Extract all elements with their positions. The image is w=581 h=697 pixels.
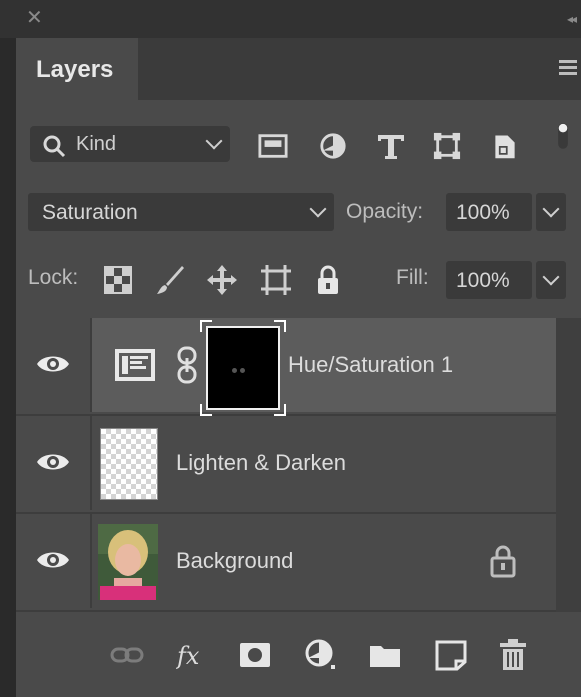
delete-layer-icon[interactable] [496, 638, 530, 672]
shape-filter-icon[interactable] [432, 132, 462, 160]
tab-strip: Layers [16, 38, 581, 100]
blend-mode-select[interactable]: Saturation [28, 193, 334, 231]
type-filter-icon[interactable] [376, 132, 406, 160]
layer-mask-thumbnail[interactable] [200, 320, 286, 416]
fill-value: 100% [456, 269, 510, 292]
eye-icon [37, 356, 69, 372]
adjustment-filter-icon[interactable] [318, 132, 348, 160]
mask-link-icon[interactable] [176, 346, 198, 384]
chevron-down-icon [205, 132, 223, 150]
tab-layers-label: Layers [36, 56, 114, 83]
opacity-label: Opacity: [346, 200, 424, 223]
filter-toggle-icon[interactable] [548, 122, 578, 150]
visibility-toggle[interactable] [16, 514, 92, 608]
visibility-toggle[interactable] [16, 416, 92, 510]
new-layer-icon[interactable] [434, 638, 468, 672]
layer-row[interactable]: Lighten & Darken [16, 416, 556, 514]
layer-row[interactable]: Background [16, 514, 556, 612]
smart-object-filter-icon[interactable] [490, 132, 520, 160]
transparent-layer-thumbnail [100, 428, 158, 500]
layer-name: Background [176, 548, 294, 573]
link-layers-icon[interactable] [110, 638, 144, 672]
new-group-icon[interactable] [368, 638, 402, 672]
pixel-filter-icon[interactable] [258, 132, 288, 160]
lock-image-icon[interactable] [154, 264, 186, 296]
close-icon[interactable]: ✕ [26, 8, 43, 28]
lock-artboard-icon[interactable] [260, 264, 292, 296]
new-adjustment-icon[interactable] [304, 638, 338, 672]
adjustment-layer-icon [115, 349, 155, 381]
layers-panel: Layers Kind Saturation Opacity: 100% Loc… [16, 38, 581, 697]
fill-field[interactable]: 100% [446, 261, 532, 299]
search-icon [43, 135, 66, 158]
panel-title-bar: ✕ ◂◂ [0, 0, 581, 38]
tab-layers[interactable]: Layers [16, 38, 138, 100]
lock-label: Lock: [28, 266, 79, 289]
collapse-panel-icon[interactable]: ◂◂ [567, 12, 577, 26]
opacity-dropdown[interactable] [536, 193, 566, 231]
layer-lock-icon[interactable] [488, 544, 518, 578]
opacity-field[interactable]: 100% [446, 193, 532, 231]
layer-name: Hue/Saturation 1 [288, 352, 454, 377]
layer-name: Lighten & Darken [176, 450, 346, 475]
layers-list: Hue/Saturation 1 Lighten & Darken Backgr… [16, 318, 556, 612]
layers-scrollbar[interactable] [556, 318, 581, 612]
fill-label: Fill: [396, 266, 429, 289]
lock-row: Lock: Fill: 100% [16, 256, 581, 304]
chevron-down-icon [309, 200, 327, 218]
layer-style-icon[interactable]: fx [176, 638, 210, 672]
visibility-toggle[interactable] [16, 318, 92, 412]
filter-kind-label: Kind [76, 133, 117, 155]
layer-filter-row: Kind [16, 122, 581, 168]
lock-transparent-icon[interactable] [102, 264, 134, 296]
blend-mode-value: Saturation [42, 201, 138, 224]
layers-bottom-toolbar: fx [16, 624, 581, 684]
eye-icon [37, 552, 69, 568]
opacity-value: 100% [456, 201, 510, 224]
background-image-thumbnail [98, 524, 158, 600]
lock-position-icon[interactable] [206, 264, 238, 296]
blend-mode-row: Saturation Opacity: 100% [16, 188, 581, 236]
svg-text:fx: fx [176, 642, 200, 670]
layer-row[interactable]: Hue/Saturation 1 [16, 318, 556, 416]
add-mask-icon[interactable] [238, 638, 272, 672]
chevron-down-icon [542, 200, 560, 218]
fill-dropdown[interactable] [536, 261, 566, 299]
filter-kind-select[interactable]: Kind [30, 126, 230, 162]
lock-all-icon[interactable] [312, 264, 344, 296]
eye-icon [37, 454, 69, 470]
panel-menu-icon[interactable] [559, 60, 577, 76]
chevron-down-icon [542, 268, 560, 286]
